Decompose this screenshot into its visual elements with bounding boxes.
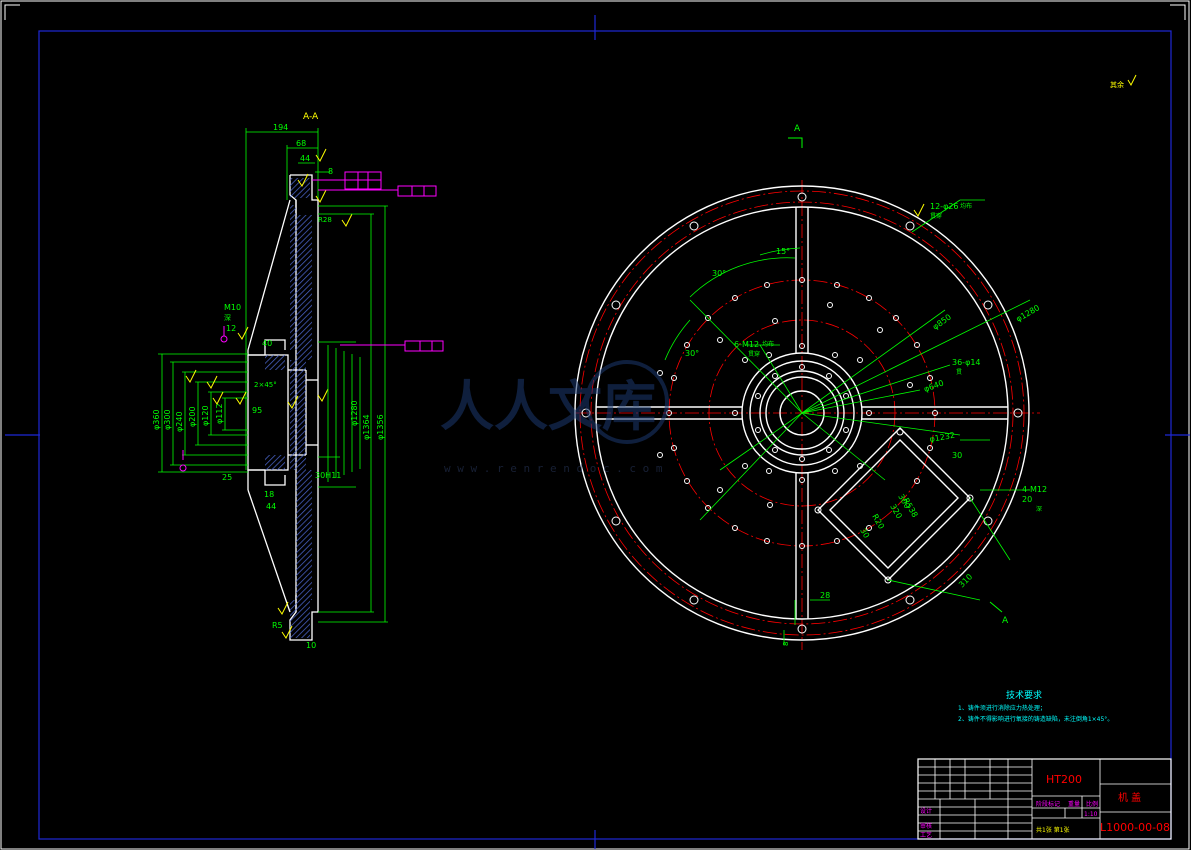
dim-30b: 30 (858, 527, 871, 540)
holes-14: 36-φ14 (952, 358, 981, 367)
roughness-other: 其余 (1110, 80, 1124, 89)
dim-40: 40 (262, 339, 272, 348)
watermark-url: w w w . r e n r e n d o c . c o m (444, 462, 663, 475)
dim-25: 25 (222, 473, 232, 482)
tech-item-2: 2、铸件不得影响进行氧接的铸造缺陷，未注倒角1×45°。 (958, 715, 1113, 723)
dim-95: 95 (252, 406, 262, 415)
row-label-process: 工艺 (920, 831, 932, 839)
dia-640: φ640 (923, 378, 945, 393)
dia-850: φ850 (931, 312, 953, 331)
chamfer-note: 12 (226, 324, 236, 333)
drawing-no: L1000-00-08 (1100, 821, 1170, 834)
dim-194: 194 (273, 123, 288, 132)
angle-15: 15° (776, 247, 790, 256)
dim-28: 28 (820, 591, 830, 600)
watermark-logo: 人人文库 (440, 375, 656, 438)
note-m12-a3: 贯穿 (748, 350, 760, 358)
dim-dia-1280: φ1280 (350, 400, 359, 426)
dim-dia-1356: φ1356 (376, 414, 385, 440)
tech-requirements: 技术要求 1、铸件须进行消除应力热处理； 2、铸件不得影响进行氧接的铸造缺陷，未… (958, 689, 1113, 723)
angle-30a: 30° (712, 269, 726, 278)
section-title: A-A (303, 112, 319, 122)
note-m12-a2: 均布 (762, 340, 774, 348)
note-holes-26: 12-φ26 (930, 202, 959, 211)
dim-30: 30 (952, 451, 962, 460)
thread-note-depth: 深 (224, 313, 231, 322)
dim-18: 18 (264, 490, 274, 499)
dim-r5: R5 (272, 621, 283, 630)
drawing-canvas: A-A 194 68 44 8 φ360 φ300 φ240 φ200 φ120… (0, 0, 1190, 850)
part-name: 机 盖 (1118, 791, 1141, 804)
mid-label-stage: 阶段标记 (1036, 800, 1060, 808)
mid-label-weight: 重量 (1068, 800, 1080, 808)
dim-68: 68 (296, 139, 306, 148)
angle-30b: 30° (685, 349, 699, 358)
dim-dia-240: φ240 (175, 411, 184, 432)
row-label-design: 设计 (920, 807, 932, 815)
thread-note: M10 (224, 303, 241, 312)
title-block: HT200 机 盖 L1000-00-08 1:10 共1张 第1张 设计 审核… (917, 758, 1172, 840)
scale: 1:10 (1084, 811, 1098, 818)
dia-1232: φ1232 (929, 431, 956, 444)
dim-dia-120: φ120 (201, 405, 210, 426)
dim-10: 10 (306, 641, 316, 650)
dim-44: 44 (300, 154, 310, 163)
section-mark-top: A (794, 124, 801, 134)
dim-r20: R20 (870, 513, 886, 531)
section-mark-bottom: A (1002, 616, 1009, 626)
holes-14-b: 贯 (956, 369, 962, 376)
watermark: 人人文库 w w w . r e n r e n d o c . c o m (440, 360, 669, 475)
dim-8p: 8 (782, 642, 790, 646)
dim-dia-1364: φ1364 (362, 414, 371, 440)
tech-title: 技术要求 (1006, 689, 1042, 701)
section-view: A-A 194 68 44 8 φ360 φ300 φ240 φ200 φ120… (152, 112, 444, 650)
note-holes-26-c: 贯穿 (930, 212, 942, 220)
roughness-symbol-plan (913, 203, 925, 217)
dim-r28: R28 (318, 216, 332, 224)
sheet: 共1张 第1张 (1036, 826, 1070, 834)
note-holes-26-b: 均布 (960, 202, 972, 210)
dim-dia-112: φ112 (215, 403, 224, 424)
mid-label-scale: 比例 (1086, 800, 1098, 808)
dim-dia-360: φ360 (152, 409, 161, 430)
dim-dia-200: φ200 (188, 406, 197, 427)
dim-8: 8 (328, 167, 333, 176)
roughness-other-symbol (1127, 74, 1137, 87)
dim-44b: 44 (266, 502, 276, 511)
material: HT200 (1046, 773, 1082, 786)
note-m12-b3: 深 (1036, 505, 1042, 513)
note-m12-b2: 20 (1022, 495, 1032, 504)
row-label-review: 审核 (920, 822, 932, 830)
note-m12-b: 4-M12 (1022, 485, 1047, 494)
note-m12-a: 6-M12 (734, 340, 759, 349)
dia-1280: φ1280 (1015, 303, 1042, 324)
dim-dia-300: φ300 (163, 409, 172, 430)
tech-item-1: 1、铸件须进行消除应力热处理； (958, 704, 1046, 712)
dim-310: 310 (957, 572, 974, 589)
dim-chamfer: 2×45° (254, 381, 277, 389)
